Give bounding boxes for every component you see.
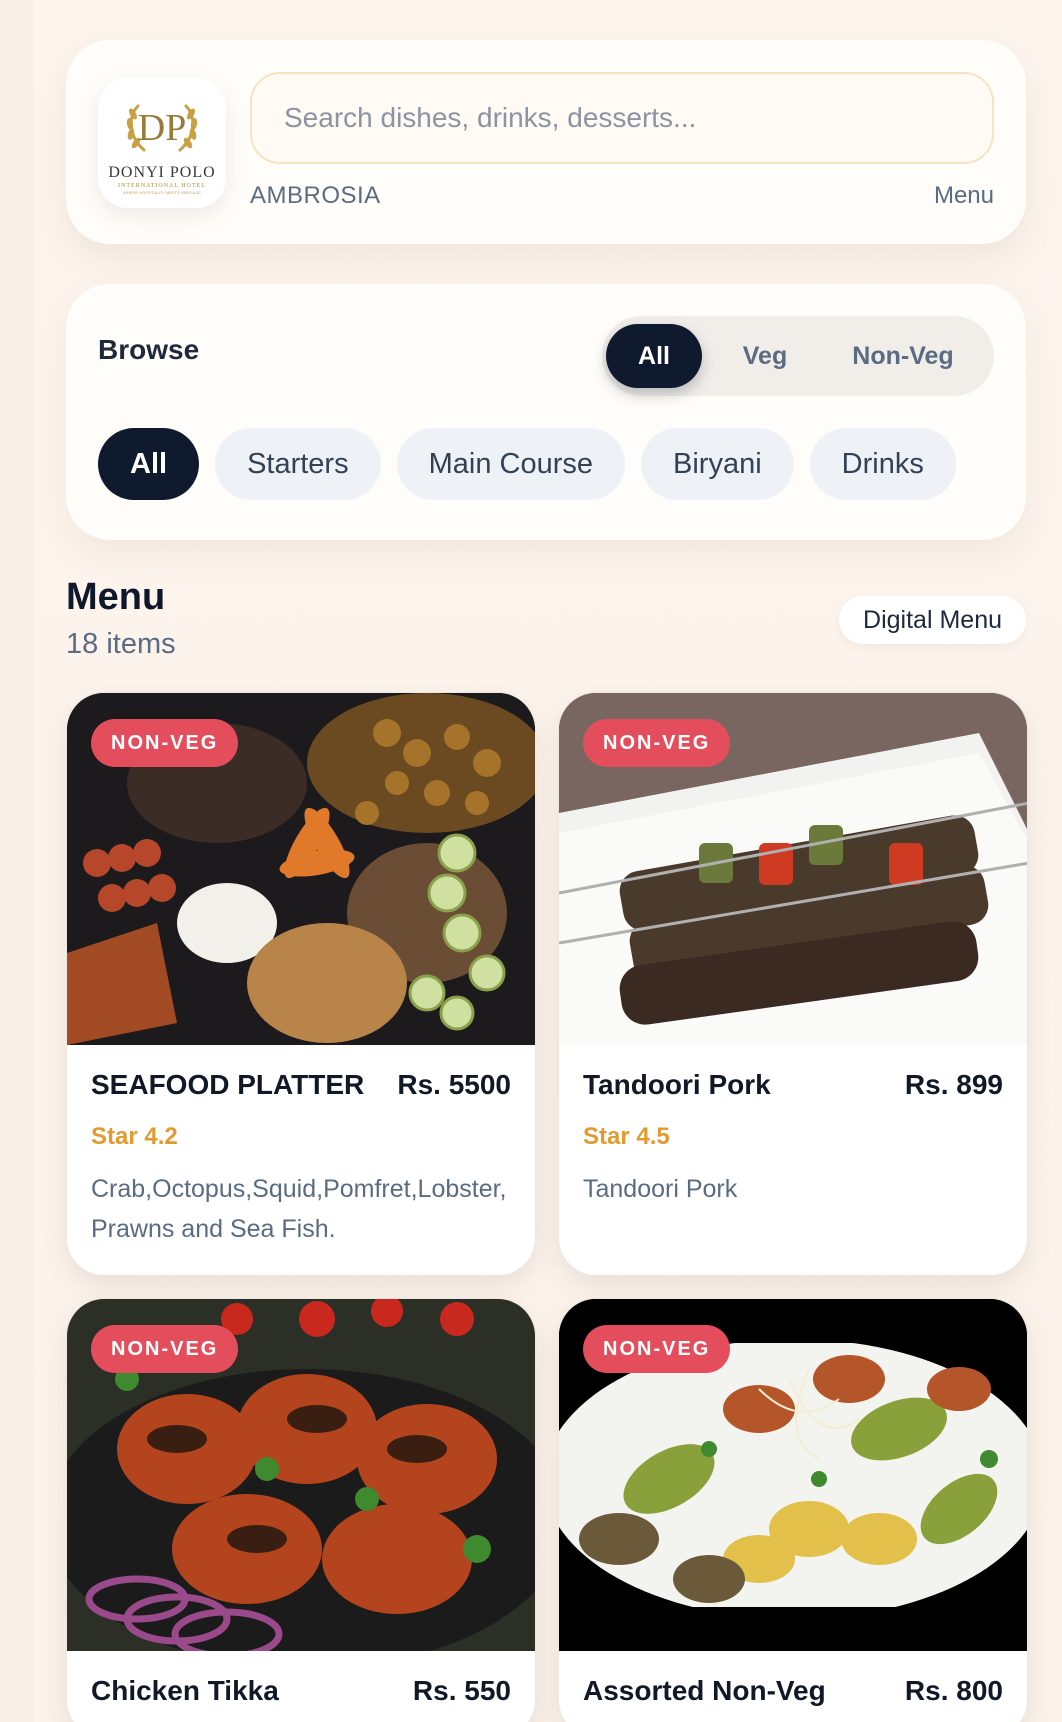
category-chips: All Starters Main Course Biryani Drinks [98, 428, 956, 500]
dish-name: Assorted Non-Veg [583, 1675, 826, 1706]
item-count: 18 items [66, 628, 176, 660]
dish-name: SEAFOOD PLATTER [91, 1069, 365, 1100]
category-biryani[interactable]: Biryani [641, 428, 794, 500]
menu-heading: Menu [66, 576, 166, 618]
non-veg-badge: NON-VEG [91, 1325, 239, 1373]
diet-filter-all[interactable]: All [606, 324, 702, 388]
dish-description: Tandoori Pork [583, 1175, 738, 1203]
non-veg-badge: NON-VEG [583, 1325, 731, 1373]
menu-card[interactable]: NON-VEG SEAFOOD PLATTER Rs. 5500 Star 4.… [66, 692, 536, 1276]
dish-image: NON-VEG [67, 693, 535, 1045]
search-bar[interactable] [250, 72, 994, 164]
venue-name: AMBROSIA [250, 182, 381, 209]
svg-text:DP: DP [138, 107, 187, 149]
dish-name: Tandoori Pork [583, 1069, 771, 1100]
dish-rating: Star 4.2 [91, 1123, 178, 1150]
browse-card: Browse All Veg Non-Veg All Starters Main… [66, 284, 1026, 540]
menu-card[interactable]: NON-VEG Chicken Tikka Rs. 550 [66, 1298, 536, 1722]
category-main-course[interactable]: Main Course [396, 428, 625, 500]
hotel-logo[interactable]: DP DONYI POLO INTERNATIONAL HOTEL WHERE … [98, 78, 226, 208]
dish-description: Crab,Octopus,Squid,Pomfret,Lobster,Prawn… [91, 1175, 507, 1243]
menu-card[interactable]: NON-VEG Tandoori Pork Rs. 899 Star 4.5 T… [558, 692, 1028, 1276]
dish-price: Rs. 899 [904, 1069, 1003, 1100]
non-veg-badge: NON-VEG [583, 719, 731, 767]
dish-image: NON-VEG [67, 1299, 535, 1651]
logo-subtitle: INTERNATIONAL HOTEL [118, 182, 206, 189]
category-all[interactable]: All [98, 428, 200, 500]
dish-rating: Star 4.5 [583, 1123, 670, 1150]
dish-name: Chicken Tikka [91, 1675, 279, 1706]
dish-image: NON-VEG [559, 693, 1027, 1045]
logo-tagline: WHERE HOSPITALITY MEETS HERITAGE [123, 189, 201, 195]
dish-price: Rs. 800 [904, 1675, 1003, 1706]
non-veg-badge: NON-VEG [91, 719, 239, 767]
diet-filter-non-veg[interactable]: Non-Veg [820, 324, 986, 388]
diet-filter-toggle: All Veg Non-Veg [602, 316, 994, 396]
dish-price: Rs. 5500 [397, 1069, 511, 1100]
menu-card[interactable]: NON-VEG Assorted Non-Veg Rs. 800 [558, 1298, 1028, 1722]
menu-link[interactable]: Menu [934, 182, 994, 210]
dish-price: Rs. 550 [412, 1675, 511, 1706]
search-input[interactable] [284, 102, 992, 134]
laurel-monogram-icon: DP [126, 104, 198, 151]
category-drinks[interactable]: Drinks [809, 428, 956, 500]
header-card: DP DONYI POLO INTERNATIONAL HOTEL WHERE … [66, 40, 1026, 244]
category-starters[interactable]: Starters [215, 428, 381, 500]
page-edge [0, 0, 34, 1722]
diet-filter-veg[interactable]: Veg [710, 324, 820, 388]
browse-title: Browse [98, 334, 200, 365]
logo-name: DONYI POLO [108, 163, 216, 181]
dish-image: NON-VEG [559, 1299, 1027, 1651]
digital-menu-button[interactable]: Digital Menu [839, 596, 1026, 644]
